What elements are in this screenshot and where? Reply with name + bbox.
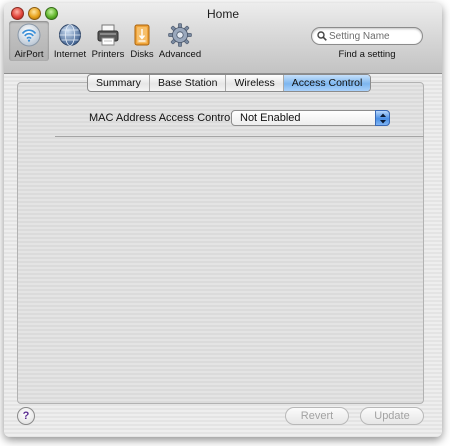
toolbar-disks[interactable]: Disks <box>127 21 157 61</box>
search-icon <box>317 31 327 41</box>
toolbar-label: Advanced <box>158 49 202 60</box>
tab-wireless[interactable]: Wireless <box>226 75 284 91</box>
tab-panel: MAC Address Access Control: Not Enabled <box>17 82 424 404</box>
airport-icon <box>17 23 41 47</box>
update-button[interactable]: Update <box>360 407 424 425</box>
gear-icon <box>168 23 192 47</box>
toolbar-label: Disks <box>130 49 154 60</box>
popup-arrows-icon <box>375 110 390 126</box>
toolbar-printers[interactable]: Printers <box>90 21 126 61</box>
search-caption: Find a setting <box>338 49 396 60</box>
tab-summary[interactable]: Summary <box>88 75 150 91</box>
toolbar-airport[interactable]: AirPort <box>9 21 49 61</box>
mac-access-value: Not Enabled <box>240 112 301 124</box>
search-input[interactable] <box>329 28 417 44</box>
toolbar-label: Internet <box>53 49 87 60</box>
help-button[interactable]: ? <box>17 407 35 425</box>
search-field[interactable] <box>311 27 423 45</box>
tab-base-station[interactable]: Base Station <box>150 75 227 91</box>
divider <box>55 136 424 137</box>
revert-button[interactable]: Revert <box>285 407 349 425</box>
mac-access-popup[interactable]: Not Enabled <box>231 110 390 126</box>
titlebar: Home AirPort Internet Printers Disks Adv… <box>4 3 442 74</box>
content-area: MAC Address Access Control: Not Enabled … <box>4 74 442 437</box>
toolbar-internet[interactable]: Internet <box>50 21 90 61</box>
disk-icon <box>134 24 150 46</box>
tab-bar: Summary Base Station Wireless Access Con… <box>87 74 372 92</box>
toolbar-advanced[interactable]: Advanced <box>158 21 202 61</box>
printer-icon <box>97 24 119 46</box>
tab-access-control[interactable]: Access Control <box>283 75 371 91</box>
mac-access-label: MAC Address Access Control: <box>89 112 236 124</box>
globe-icon <box>59 24 81 46</box>
window-title: Home <box>206 7 239 21</box>
app-window: Home AirPort Internet Printers Disks Adv… <box>4 3 442 437</box>
toolbar-label: Printers <box>91 49 125 60</box>
toolbar-label: AirPort <box>14 49 44 60</box>
